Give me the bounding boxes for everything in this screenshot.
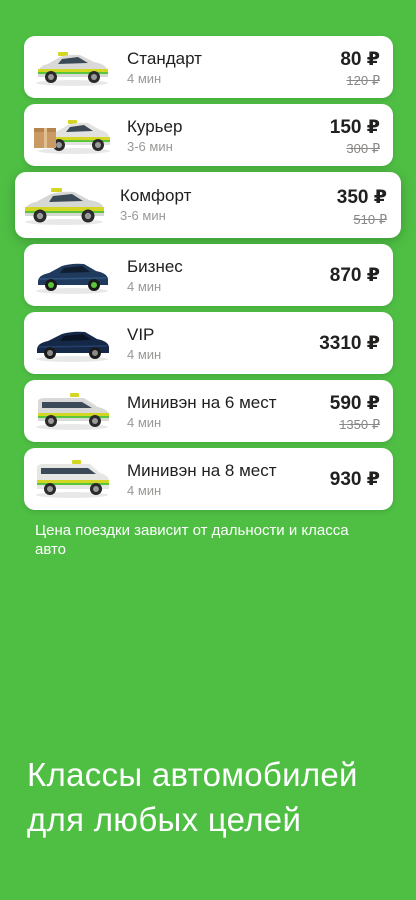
tariff-name: Бизнес bbox=[127, 257, 183, 276]
tariff-old-price: 1350 ₽ bbox=[339, 417, 380, 432]
minivan-icon bbox=[36, 393, 109, 430]
taxi-sedan-icon bbox=[36, 52, 108, 86]
tariff-card-comfort[interactable]: Комфорт 3-6 мин 350 ₽ 510 ₽ bbox=[15, 172, 401, 238]
tariff-price: 930 ₽ bbox=[329, 469, 380, 490]
tariff-eta: 3-6 мин bbox=[127, 139, 173, 154]
tariff-price: 80 ₽ bbox=[340, 49, 380, 70]
minibus-icon bbox=[36, 460, 109, 498]
tariff-old-price: 300 ₽ bbox=[346, 141, 380, 156]
tariff-eta: 4 мин bbox=[127, 71, 162, 86]
tariff-eta: 4 мин bbox=[127, 279, 162, 294]
courier-car-with-box-icon bbox=[34, 120, 110, 154]
tariff-eta: 4 мин bbox=[127, 347, 162, 362]
tariff-name: Минивэн на 8 мест bbox=[127, 461, 277, 480]
promo-headline: Классы автомобилей для любых целей bbox=[27, 756, 358, 838]
tariff-name: Курьер bbox=[127, 117, 183, 136]
tariff-old-price: 120 ₽ bbox=[346, 73, 380, 88]
tariff-card-standard[interactable]: Стандарт 4 мин 80 ₽ 120 ₽ bbox=[24, 36, 393, 98]
tariff-card-minivan-8[interactable]: Минивэн на 8 мест 4 мин 930 ₽ bbox=[24, 448, 393, 510]
tariff-price: 870 ₽ bbox=[329, 265, 380, 286]
tariff-eta: 3-6 мин bbox=[120, 208, 166, 223]
tariff-name: Минивэн на 6 мест bbox=[127, 393, 277, 412]
tariff-card-courier[interactable]: Курьер 3-6 мин 150 ₽ 300 ₽ bbox=[24, 104, 393, 166]
tariff-price: 590 ₽ bbox=[329, 393, 380, 414]
vip-sedan-icon bbox=[36, 331, 109, 362]
tariff-card-vip[interactable]: VIP 4 мин 3310 ₽ bbox=[24, 312, 393, 374]
business-sedan-icon bbox=[36, 263, 108, 294]
tariff-name: Комфорт bbox=[120, 186, 192, 205]
tariff-name: VIP bbox=[127, 325, 155, 344]
tariff-old-price: 510 ₽ bbox=[353, 212, 387, 227]
tariff-eta: 4 мин bbox=[127, 483, 162, 498]
tariff-price: 150 ₽ bbox=[329, 117, 380, 138]
tariff-eta: 4 мин bbox=[127, 415, 162, 430]
tariff-card-business[interactable]: Бизнес 4 мин 870 ₽ bbox=[24, 244, 393, 306]
comfort-taxi-icon bbox=[25, 188, 104, 225]
tariff-price: 350 ₽ bbox=[336, 187, 387, 208]
price-note: Цена поездки зависит от дальности и клас… bbox=[35, 522, 349, 558]
tariff-name: Стандарт bbox=[127, 49, 202, 68]
tariff-card-minivan-6[interactable]: Минивэн на 6 мест 4 мин 590 ₽ 1350 ₽ bbox=[24, 380, 393, 442]
tariff-price: 3310 ₽ bbox=[319, 333, 380, 354]
